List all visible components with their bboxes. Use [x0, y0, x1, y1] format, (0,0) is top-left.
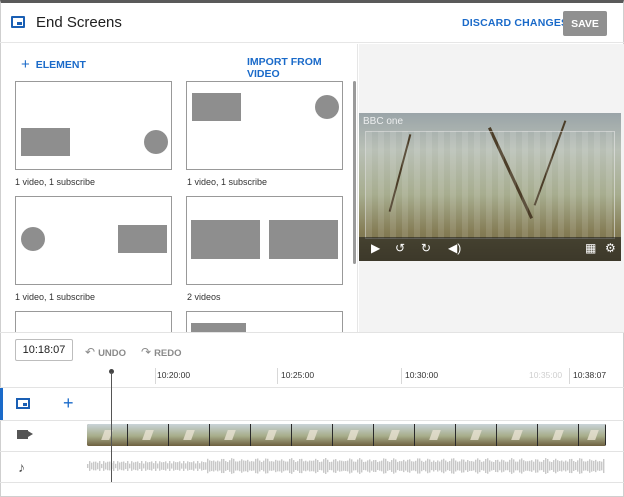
video-frame	[210, 424, 251, 446]
selected-track-indicator	[0, 388, 3, 420]
template-scrollbar[interactable]	[353, 81, 356, 264]
audio-waveform[interactable]	[87, 456, 605, 476]
video-frame	[415, 424, 456, 446]
end-screen-overlay	[365, 131, 615, 239]
video-frame	[579, 424, 606, 446]
video-placeholder	[192, 93, 241, 121]
video-frame	[456, 424, 497, 446]
rewind-icon[interactable]: ↺	[395, 241, 405, 255]
video-placeholder	[269, 220, 338, 259]
template-card[interactable]	[15, 81, 172, 170]
template-card[interactable]	[186, 81, 343, 170]
tick-line	[401, 368, 402, 384]
undo-icon: ↶	[85, 345, 96, 359]
playhead[interactable]	[111, 372, 112, 482]
redo-label: REDO	[154, 348, 182, 359]
subscribe-placeholder	[315, 95, 339, 119]
time-ruler: 10:20:00 10:25:00 10:30:00 10:35:00 10:3…	[87, 366, 607, 386]
tick-label: 10:20:00	[157, 370, 191, 380]
divider	[0, 482, 624, 483]
template-caption: 1 video, 1 subscribe	[187, 177, 268, 187]
subscribe-placeholder	[21, 227, 45, 251]
undo-button[interactable]: ↶ UNDO	[85, 345, 126, 359]
video-frame	[87, 424, 128, 446]
video-placeholder	[21, 128, 70, 156]
video-frame	[251, 424, 292, 446]
import-from-video-button[interactable]: IMPORT FROM VIDEO	[247, 56, 357, 80]
video-track-filmstrip[interactable]	[87, 424, 606, 446]
subscribe-placeholder	[144, 130, 168, 154]
discard-changes-button[interactable]: DISCARD CHANGES	[462, 17, 568, 29]
template-card[interactable]	[186, 311, 343, 332]
video-frame	[169, 424, 210, 446]
camera-icon	[17, 430, 33, 439]
play-icon[interactable]: ▶	[371, 241, 380, 255]
tick-label: 10:30:00	[405, 370, 439, 380]
current-time-field[interactable]: 10:18:07	[15, 339, 73, 361]
music-note-icon: ♪	[18, 459, 25, 475]
volume-icon[interactable]: ◀)	[448, 241, 461, 255]
tick-line	[277, 368, 278, 384]
tick-label: 10:25:00	[281, 370, 315, 380]
end-screen-track-icon	[16, 398, 30, 409]
video-frame	[333, 424, 374, 446]
divider	[0, 332, 624, 333]
divider	[0, 387, 624, 388]
video-frame	[538, 424, 579, 446]
undo-label: UNDO	[98, 348, 127, 359]
channel-watermark: BBC one	[363, 116, 404, 127]
settings-icon[interactable]: ⚙	[605, 241, 616, 255]
template-card[interactable]	[15, 196, 172, 285]
add-element-button[interactable]: + ELEMENT	[21, 55, 86, 73]
save-button[interactable]: SAVE	[563, 11, 607, 36]
video-player[interactable]: BBC one ▶ ↺ ↻ ◀) ▦ ⚙	[359, 113, 621, 261]
video-placeholder	[191, 323, 246, 332]
template-caption: 1 video, 1 subscribe	[15, 292, 96, 302]
tick-label: 10:35:00	[529, 370, 563, 380]
redo-icon: ↷	[141, 345, 152, 359]
tick-line	[155, 368, 156, 384]
video-placeholder	[191, 220, 260, 259]
video-frame	[497, 424, 538, 446]
add-element-label: ELEMENT	[35, 59, 86, 71]
video-frame	[374, 424, 415, 446]
video-frame	[128, 424, 169, 446]
template-panel: + ELEMENT IMPORT FROM VIDEO 1 video, 1 su…	[0, 44, 358, 332]
template-card[interactable]	[186, 196, 343, 285]
redo-button[interactable]: ↷ REDO	[141, 345, 182, 359]
divider	[0, 420, 624, 421]
divider	[0, 451, 624, 452]
grid-icon[interactable]: ▦	[585, 241, 596, 255]
plus-icon: +	[21, 56, 30, 73]
template-caption: 1 video, 1 subscribe	[15, 177, 96, 187]
video-placeholder	[118, 225, 167, 253]
header: End Screens DISCARD CHANGES SAVE	[0, 3, 624, 43]
forward-icon[interactable]: ↻	[421, 241, 431, 255]
tick-label: 10:38:07	[573, 370, 607, 380]
video-frame	[292, 424, 333, 446]
add-end-screen-element-button[interactable]: +	[63, 393, 74, 414]
template-card[interactable]	[15, 311, 172, 332]
template-caption: 2 videos	[187, 292, 221, 302]
end-screen-icon	[11, 16, 25, 28]
page-title: End Screens	[36, 14, 122, 31]
tick-line	[569, 368, 570, 384]
